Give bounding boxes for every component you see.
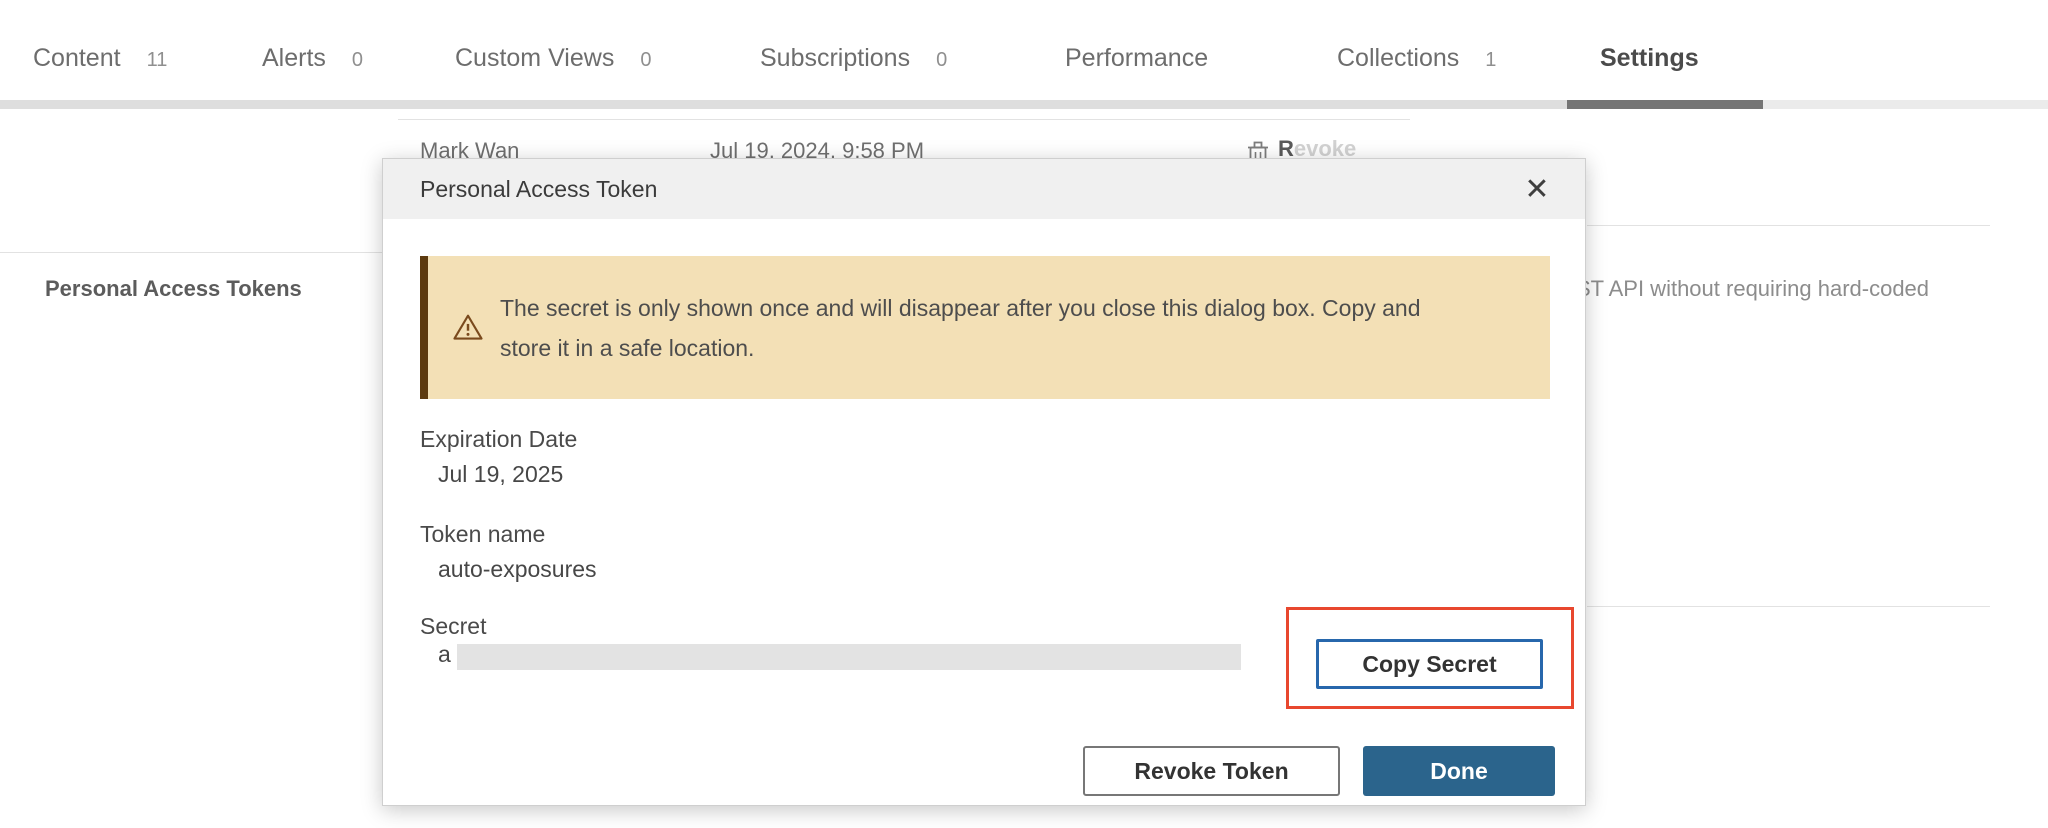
tab-label: Content [33, 44, 121, 73]
personal-access-token-dialog: Personal Access Token ✕ The secret is on… [382, 158, 1586, 806]
tab-label: Custom Views [455, 44, 614, 73]
tab-label: Subscriptions [760, 44, 910, 73]
section-divider-left [0, 252, 395, 253]
secret-label: Secret [420, 613, 486, 640]
warning-triangle-icon [452, 312, 484, 347]
section-divider-right-bottom [1587, 606, 1990, 607]
tab-label: Settings [1600, 44, 1699, 73]
tab-content[interactable]: Content 11 [33, 44, 167, 73]
warning-message: The secret is only shown once and will d… [500, 288, 1421, 368]
token-name-label: Token name [420, 521, 545, 548]
tab-performance[interactable]: Performance [1065, 44, 1208, 73]
tab-count: 0 [640, 49, 651, 72]
section-divider-right-top [1587, 225, 1990, 226]
tab-label: Alerts [262, 44, 326, 73]
tab-settings[interactable]: Settings [1600, 44, 1699, 73]
revoke-token-button[interactable]: Revoke Token [1083, 746, 1340, 796]
warning-line-1: The secret is only shown once and will d… [500, 288, 1421, 328]
tab-count: 1 [1485, 49, 1496, 72]
page: Content 11 Alerts 0 Custom Views 0 Subsc… [0, 0, 2048, 828]
tab-label: Performance [1065, 44, 1208, 73]
tab-subscriptions[interactable]: Subscriptions 0 [760, 44, 947, 73]
secret-value: a [438, 641, 451, 668]
warning-banner: The secret is only shown once and will d… [420, 256, 1550, 399]
tab-collections[interactable]: Collections 1 [1337, 44, 1496, 73]
secret-redacted-bar [457, 644, 1241, 670]
table-row-divider [398, 119, 1410, 120]
tab-custom-views[interactable]: Custom Views 0 [455, 44, 651, 73]
warning-line-2: store it in a safe location. [500, 328, 1421, 368]
done-button[interactable]: Done [1363, 746, 1555, 796]
description-text-fragment: ST API without requiring hard-coded [1576, 276, 1929, 302]
expiration-date-label: Expiration Date [420, 426, 577, 453]
active-tab-indicator [1567, 100, 1763, 109]
tab-count: 0 [936, 49, 947, 72]
close-icon[interactable]: ✕ [1517, 169, 1557, 209]
copy-secret-button[interactable]: Copy Secret [1316, 639, 1543, 689]
section-label-personal-access-tokens: Personal Access Tokens [45, 276, 302, 302]
token-name-value: auto-exposures [438, 556, 597, 583]
expiration-date-value: Jul 19, 2025 [438, 461, 563, 488]
dialog-header: Personal Access Token [383, 159, 1585, 219]
tab-label: Collections [1337, 44, 1459, 73]
tab-count: 11 [147, 49, 168, 72]
tab-count: 0 [352, 49, 363, 72]
tab-track-right [1763, 100, 2048, 109]
tab-alerts[interactable]: Alerts 0 [262, 44, 363, 73]
dialog-title: Personal Access Token [420, 176, 657, 203]
